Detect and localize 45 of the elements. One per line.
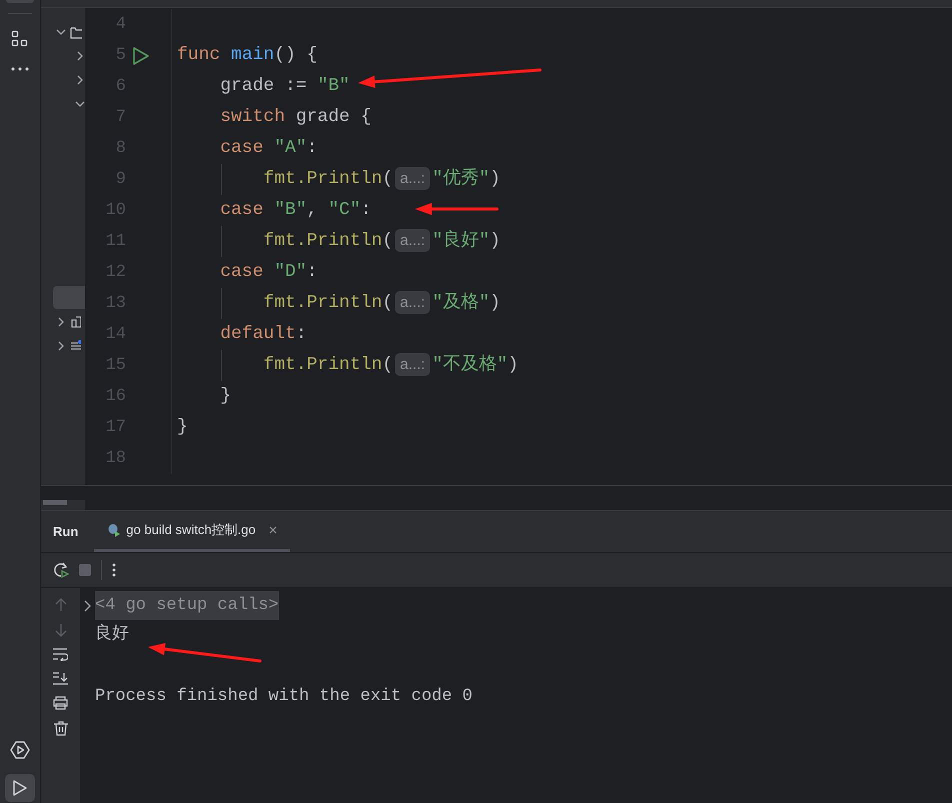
trash-icon[interactable] — [54, 721, 68, 736]
gopher-icon — [107, 523, 122, 537]
expand-chevron[interactable] — [56, 317, 66, 327]
expand-chevron[interactable] — [75, 51, 85, 61]
code-line: func main() { — [177, 45, 318, 65]
code-line: fmt.Println( a...: "不及格") — [262, 355, 518, 375]
parameter-hint: a...: — [395, 167, 430, 190]
code-line: switch grade { — [219, 107, 372, 127]
expand-chevron[interactable] — [83, 600, 92, 612]
more-icon[interactable] — [11, 67, 29, 71]
expand-chevron[interactable] — [56, 341, 66, 351]
code-line: case "D": — [219, 262, 318, 282]
parameter-hint: a...: — [395, 229, 430, 252]
parameter-hint: a...: — [395, 291, 430, 314]
expand-chevron[interactable] — [75, 99, 85, 109]
structure-icon[interactable] — [11, 30, 29, 48]
library-icon — [71, 316, 81, 328]
code-line: fmt.Println( a...: "良好") — [262, 231, 500, 251]
soft-wrap-icon[interactable] — [53, 648, 68, 661]
more-icon[interactable] — [112, 563, 116, 577]
expand-chevron[interactable] — [56, 27, 66, 37]
play-icon — [12, 779, 28, 797]
scrollbar-thumb[interactable] — [43, 500, 67, 505]
run-tool-button[interactable] — [5, 774, 35, 802]
print-icon[interactable] — [53, 696, 68, 710]
folder-icon — [70, 25, 82, 39]
code-line: fmt.Println( a...: "优秀") — [262, 169, 500, 189]
code-line: case "B", "C": — [219, 200, 372, 220]
exit-message: Process finished with the exit code 0 — [95, 686, 472, 708]
code-line: case "A": — [219, 138, 318, 158]
expand-chevron[interactable] — [75, 75, 85, 85]
console-output: 良好 — [95, 622, 129, 646]
rerun-icon[interactable] — [53, 562, 69, 578]
close-icon[interactable] — [268, 526, 277, 534]
scratches-icon — [71, 340, 81, 352]
code-line: fmt.Println( a...: "及格") — [262, 293, 500, 313]
code-line: } — [177, 417, 188, 437]
parameter-hint: a...: — [395, 353, 430, 376]
code-line: } — [219, 386, 232, 406]
services-icon[interactable] — [10, 740, 30, 760]
scroll-to-end-icon[interactable] — [53, 672, 68, 685]
code-line: grade := "B" — [219, 76, 350, 96]
code-line: default: — [219, 324, 307, 344]
run-gutter-icon[interactable] — [131, 46, 151, 66]
panel-title: Run — [53, 522, 78, 541]
